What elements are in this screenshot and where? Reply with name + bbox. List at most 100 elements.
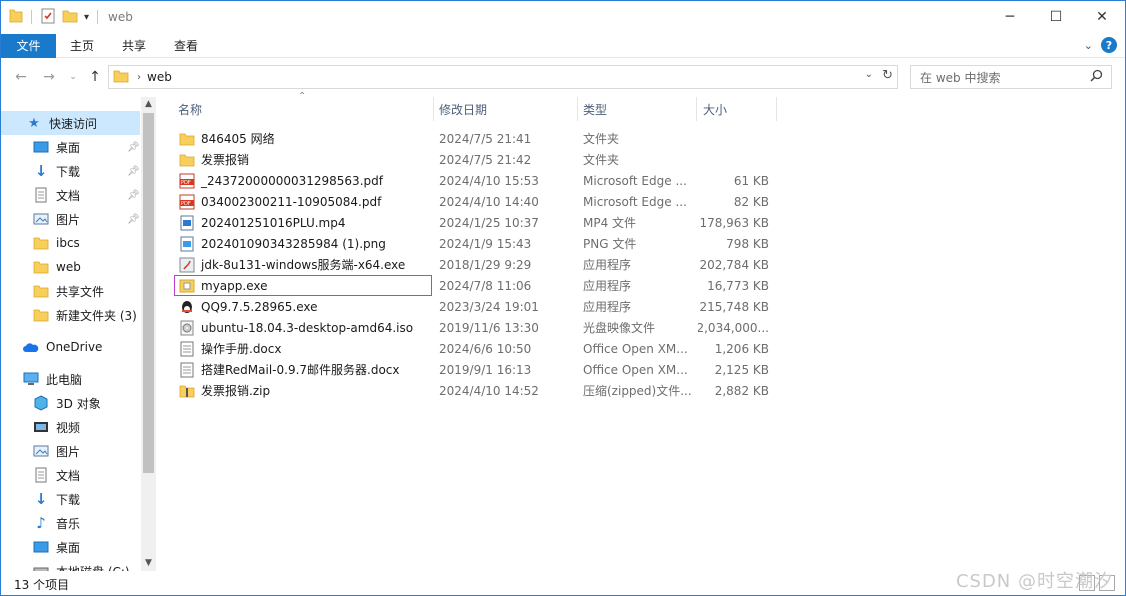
- navigation-bar: ← → ⌄ ↑ › web ⌄ ↻ 在 web 中搜索: [1, 63, 1125, 91]
- sort-ascending-icon: ⌃: [298, 91, 307, 102]
- table-row[interactable]: QQ9.7.5.28965.exe 2023/3/24 19:01 应用程序 215,…: [173, 296, 933, 317]
- file-name-label: 846405 网络: [201, 132, 275, 146]
- java-installer-icon: [179, 257, 195, 273]
- back-button[interactable]: ←: [11, 67, 31, 87]
- sidebar-item-3d-objects[interactable]: 3D 对象: [1, 391, 101, 415]
- table-row[interactable]: jdk-8u131-windows服务端-x64.exe 2018/1/29 9:…: [173, 254, 933, 275]
- chevron-up-icon[interactable]: ▲: [141, 97, 156, 111]
- help-icon[interactable]: ?: [1101, 37, 1117, 53]
- table-row[interactable]: 操作手册.docx 2024/6/6 10:50 Office Open XM...…: [173, 338, 933, 359]
- table-row[interactable]: myapp.exe 2024/7/8 11:06 应用程序 16,773 KB: [173, 275, 933, 296]
- sidebar-item-local-disk-c[interactable]: 本地磁盘 (C:): [1, 559, 130, 571]
- folder-icon: [113, 69, 129, 86]
- table-row[interactable]: PDF _24372000000031298563.pdf 2024/4/10 15…: [173, 170, 933, 191]
- up-button[interactable]: ↑: [85, 67, 105, 87]
- sidebar-item-desktop-pc[interactable]: 桌面: [1, 535, 80, 559]
- document-icon: [32, 187, 50, 203]
- file-name[interactable]: PDF _24372000000031298563.pdf: [179, 170, 429, 191]
- file-name[interactable]: 操作手册.docx: [179, 338, 429, 359]
- sidebar-item-documents-pc[interactable]: 文档: [1, 463, 80, 487]
- new-folder-icon[interactable]: [62, 8, 78, 27]
- file-type: PNG 文件: [583, 237, 637, 251]
- sidebar-item-desktop[interactable]: 桌面: [1, 135, 80, 159]
- maximize-button[interactable]: ☐: [1033, 1, 1079, 33]
- file-type: 应用程序: [583, 258, 632, 272]
- chevron-down-icon[interactable]: ⌄: [865, 69, 873, 80]
- quick-access-dropdown-icon[interactable]: ▾: [84, 12, 89, 23]
- sidebar-item-new-folder-3[interactable]: 新建文件夹 (3): [1, 303, 137, 327]
- sidebar-item-videos[interactable]: 视频: [1, 415, 80, 439]
- file-name[interactable]: QQ9.7.5.28965.exe: [179, 296, 429, 317]
- file-date: 2024/7/8 11:06: [439, 278, 532, 293]
- file-name[interactable]: 搭建RedMail-0.9.7邮件服务器.docx: [179, 359, 429, 380]
- file-size: 178,963 KB: [699, 215, 769, 230]
- tab-file[interactable]: 文件: [1, 33, 56, 58]
- pin-icon[interactable]: 📌︎: [127, 190, 140, 201]
- file-name[interactable]: 202401251016PLU.mp4: [179, 212, 429, 233]
- sidebar-item-onedrive[interactable]: OneDrive: [1, 335, 102, 359]
- sidebar-item-downloads-pc[interactable]: ↓ 下载: [1, 487, 80, 511]
- search-input[interactable]: 在 web 中搜索: [910, 65, 1112, 89]
- table-row[interactable]: ubuntu-18.04.3-desktop-amd64.iso 2019/11/…: [173, 317, 933, 338]
- chevron-right-icon[interactable]: ›: [137, 72, 141, 83]
- column-header-type[interactable]: 类型: [583, 97, 607, 121]
- picture-icon: [32, 211, 50, 227]
- file-type: Microsoft Edge ...: [583, 194, 687, 209]
- file-name[interactable]: myapp.exe: [179, 275, 429, 296]
- address-bar[interactable]: › web ⌄ ↻: [108, 65, 898, 89]
- app-icon: [179, 278, 195, 294]
- file-size: 1,206 KB: [714, 341, 769, 356]
- sidebar-item-web[interactable]: web: [1, 255, 81, 279]
- table-row[interactable]: 发票报销 2024/7/5 21:42 文件夹: [173, 149, 933, 170]
- file-list: ⌃ 名称 修改日期 类型 大小 846405 网络 2024/7/5 21:41 文…: [161, 91, 1121, 571]
- file-size: [698, 149, 769, 170]
- file-name[interactable]: PDF 034002300211-10905084.pdf: [179, 191, 429, 212]
- sidebar-item-downloads[interactable]: ↓ 下载: [1, 159, 80, 183]
- pin-icon[interactable]: 📌︎: [127, 214, 140, 225]
- column-header-name[interactable]: 名称: [178, 97, 202, 121]
- file-name[interactable]: 846405 网络: [179, 128, 429, 149]
- expand-ribbon-icon[interactable]: ⌄: [1084, 39, 1093, 52]
- pin-icon[interactable]: 📌︎: [127, 142, 140, 153]
- table-row[interactable]: 发票报销.zip 2024/4/10 14:52 压缩(zipped)文件... 2,…: [173, 380, 933, 401]
- file-date: 2024/7/5 21:41: [439, 131, 532, 146]
- pin-icon[interactable]: 📌︎: [127, 166, 140, 177]
- table-row[interactable]: 846405 网络 2024/7/5 21:41 文件夹: [173, 128, 933, 149]
- zip-icon: [179, 383, 195, 399]
- tab-view[interactable]: 查看: [160, 34, 212, 58]
- sidebar-item-quick-access[interactable]: ★ 快速访问: [1, 111, 140, 135]
- table-row[interactable]: 20240109034328598​4 (1).png 2024/1/9 15:4…: [173, 233, 933, 254]
- table-row[interactable]: 搭建RedMail-0.9.7邮件服务器.docx 2019/9/1 16:13 O…: [173, 359, 933, 380]
- sidebar-item-music[interactable]: ♪ 音乐: [1, 511, 80, 535]
- file-date: 2018/1/29 9:29: [439, 257, 532, 272]
- sidebar-scrollbar[interactable]: ▲ ▼: [141, 97, 156, 571]
- sidebar-item-pictures-pc[interactable]: 图片: [1, 439, 80, 463]
- close-button[interactable]: ✕: [1079, 1, 1125, 33]
- tab-home[interactable]: 主页: [56, 34, 108, 58]
- sidebar-item-documents[interactable]: 文档: [1, 183, 80, 207]
- tab-share[interactable]: 共享: [108, 34, 160, 58]
- drive-icon: [32, 563, 50, 571]
- sidebar-item-pictures[interactable]: 图片: [1, 207, 80, 231]
- file-name[interactable]: 发票报销.zip: [179, 380, 429, 401]
- table-row[interactable]: PDF 034002300211-10905084.pdf 2024/4/10 14…: [173, 191, 933, 212]
- sidebar-item-ibcs[interactable]: ibcs: [1, 231, 80, 255]
- file-name[interactable]: jdk-8u131-windows服务端-x64.exe: [179, 254, 429, 275]
- file-name[interactable]: ubuntu-18.04.3-desktop-amd64.iso: [179, 317, 429, 338]
- scrollbar-thumb[interactable]: [143, 113, 154, 473]
- breadcrumb[interactable]: web: [147, 70, 172, 84]
- file-name-label: ubuntu-18.04.3-desktop-amd64.iso: [201, 320, 414, 335]
- sidebar-item-this-pc[interactable]: 此电脑: [1, 367, 82, 391]
- properties-icon[interactable]: [40, 8, 56, 27]
- chevron-down-icon[interactable]: ▼: [141, 556, 156, 570]
- refresh-icon[interactable]: ↻: [882, 68, 893, 83]
- recent-locations-icon[interactable]: ⌄: [63, 67, 83, 87]
- minimize-button[interactable]: ─: [987, 1, 1033, 33]
- sidebar-item-shared-files[interactable]: 共享文件: [1, 279, 104, 303]
- file-name[interactable]: 发票报销: [179, 149, 429, 170]
- column-header-date[interactable]: 修改日期: [439, 97, 487, 121]
- file-name[interactable]: 20240109034328598​4 (1).png: [179, 233, 429, 254]
- table-row[interactable]: 202401251016PLU.mp4 2024/1/25 10:37 MP4 文件…: [173, 212, 933, 233]
- column-header-size[interactable]: 大小: [703, 97, 727, 121]
- forward-button[interactable]: →: [39, 67, 59, 87]
